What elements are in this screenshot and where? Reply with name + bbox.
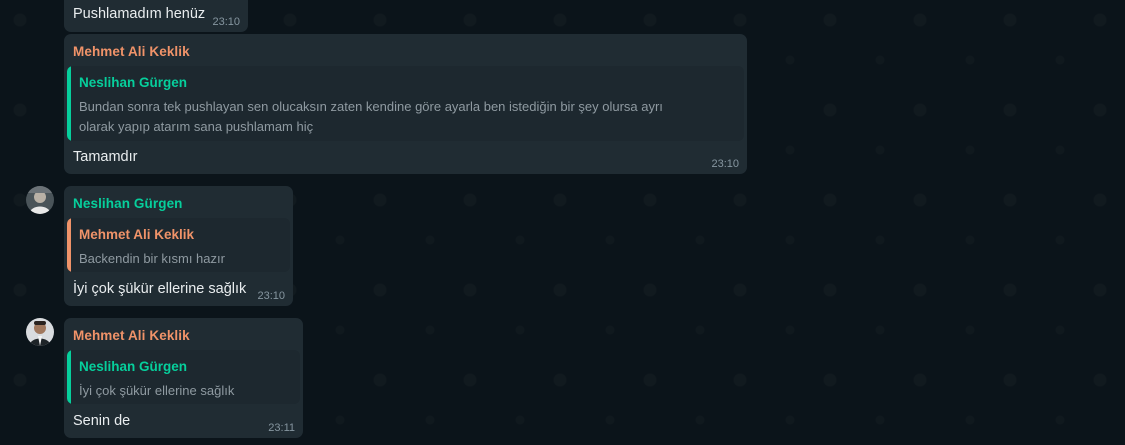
avatar[interactable]	[26, 318, 54, 346]
message-bubble[interactable]: Mehmet Ali Keklik Neslihan Gürgen İyi ço…	[64, 318, 303, 438]
quoted-message[interactable]: Mehmet Ali Keklik Backendin bir kısmı ha…	[67, 218, 290, 272]
message-time: 23:10	[212, 16, 240, 28]
quote-accent-bar	[67, 66, 71, 141]
avatar[interactable]	[26, 186, 54, 214]
quote-text: Bundan sonra tek pushlayan sen olucaksın…	[79, 99, 663, 134]
message-bubble[interactable]: Neslihan Gürgen Mehmet Ali Keklik Backen…	[64, 186, 293, 306]
quote-text: Backendin bir kısmı hazır	[79, 251, 225, 266]
chat-area: Pushlamadım henüz 23:10 Mehmet Ali Kekli…	[0, 0, 1125, 445]
message-time: 23:10	[257, 290, 285, 302]
quote-sender-name: Neslihan Gürgen	[79, 359, 188, 374]
avatar-photo-icon	[26, 318, 54, 346]
quoted-message[interactable]: Neslihan Gürgen Bundan sonra tek pushlay…	[67, 66, 744, 141]
quote-sender-name: Neslihan Gürgen	[79, 75, 188, 90]
sender-name[interactable]: Neslihan Gürgen	[73, 196, 183, 211]
avatar-photo-icon	[26, 186, 54, 214]
message-time: 23:10	[711, 158, 739, 170]
quoted-message[interactable]: Neslihan Gürgen İyi çok şükür ellerine s…	[67, 350, 300, 404]
message-bubble[interactable]: Pushlamadım henüz 23:10	[64, 0, 248, 32]
quote-accent-bar	[67, 218, 71, 272]
message-bubble[interactable]: Mehmet Ali Keklik Neslihan Gürgen Bundan…	[64, 34, 747, 174]
message-text: Pushlamadım henüz	[73, 6, 206, 22]
message-time: 23:11	[268, 422, 295, 434]
message-text: Tamamdır	[73, 149, 138, 165]
quote-text: İyi çok şükür ellerine sağlık	[79, 383, 235, 398]
message-text: İyi çok şükür ellerine sağlık	[73, 281, 247, 297]
quote-sender-name: Mehmet Ali Keklik	[79, 227, 195, 242]
sender-name[interactable]: Mehmet Ali Keklik	[73, 44, 190, 59]
quote-accent-bar	[67, 350, 71, 404]
message-text: Senin de	[73, 413, 131, 429]
sender-name[interactable]: Mehmet Ali Keklik	[73, 328, 190, 343]
